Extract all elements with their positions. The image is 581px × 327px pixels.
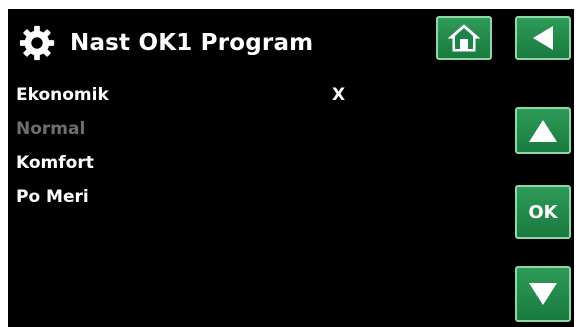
ok-button-label: OK [528,201,558,223]
back-button[interactable] [515,16,571,60]
menu-item-po-meri[interactable]: Po Meri [16,180,416,214]
page-header: Nast OK1 Program [18,23,313,63]
back-arrow-icon [533,26,553,50]
home-button[interactable] [436,16,492,60]
menu-item-label: Normal [16,119,86,139]
down-arrow-icon [529,283,557,305]
display-screen: Nast OK1 Program OK Ekonomik X Normal Ko… [8,9,574,327]
menu-item-label: Komfort [16,153,94,173]
selected-mark: X [332,85,346,105]
ok-button[interactable]: OK [515,185,571,239]
program-menu: Ekonomik X Normal Komfort Po Meri [16,78,416,214]
scroll-down-button[interactable] [515,266,571,322]
gear-icon [19,25,55,61]
menu-item-normal: Normal [16,112,416,146]
up-arrow-icon [529,119,557,142]
scroll-up-button[interactable] [515,107,571,154]
menu-item-ekonomik[interactable]: Ekonomik X [16,78,416,112]
home-icon [447,24,481,52]
page-title: Nast OK1 Program [70,30,314,56]
menu-item-komfort[interactable]: Komfort [16,146,416,180]
menu-item-label: Po Meri [16,187,89,207]
menu-item-label: Ekonomik [16,85,109,105]
